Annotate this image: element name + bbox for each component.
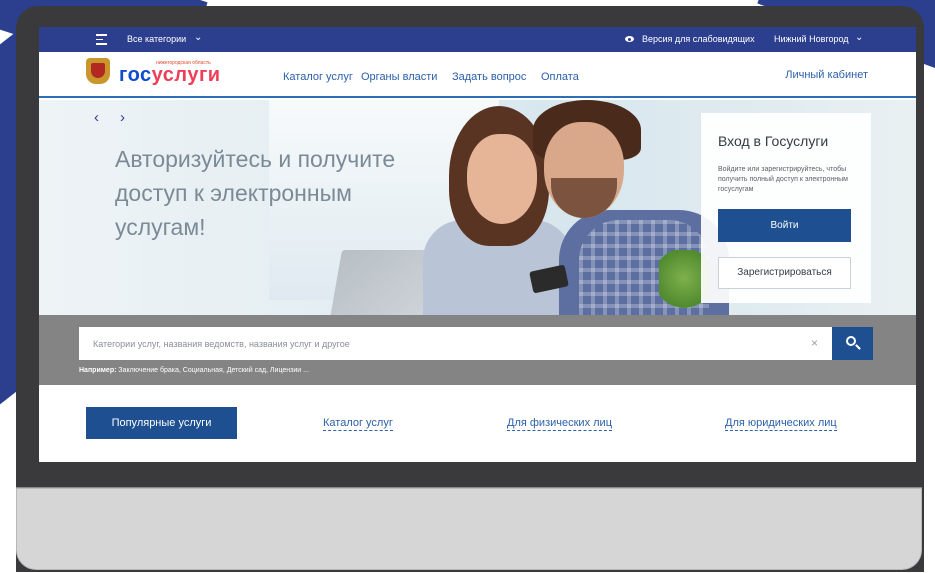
- login-card: Вход в Госуслуги Войдите или зарегистрир…: [701, 113, 871, 303]
- logo-part-gos: гос: [119, 64, 152, 86]
- chevron-down-icon[interactable]: ⌄: [855, 32, 863, 43]
- browser-viewport: Все категории ⌄ Версия для слабовидящих …: [39, 27, 916, 462]
- chevron-right-icon[interactable]: ›: [120, 109, 125, 126]
- page: Все категории ⌄ Версия для слабовидящих …: [0, 0, 935, 573]
- logo-part-uslugi: услуги: [151, 64, 221, 86]
- tab-popular-services[interactable]: Популярные услуги: [86, 407, 237, 439]
- login-button[interactable]: Войти: [718, 209, 851, 242]
- eye-icon[interactable]: [625, 36, 634, 42]
- login-description: Войдите или зарегистрируйтесь, чтобы пол…: [718, 166, 848, 193]
- close-icon[interactable]: ×: [811, 336, 818, 350]
- menu-icon[interactable]: [96, 34, 107, 45]
- nav-authorities[interactable]: Органы власти: [361, 71, 437, 83]
- tab-legal-entities[interactable]: Для юридических лиц: [725, 417, 837, 431]
- register-button[interactable]: Зарегистрироваться: [718, 257, 851, 289]
- search-section: × Например: Заключение брака, Социальная…: [39, 315, 916, 385]
- login-title: Вход в Госуслуги: [718, 133, 829, 149]
- chevron-left-icon[interactable]: ‹: [94, 109, 99, 126]
- nav-catalog[interactable]: Каталог услуг: [283, 71, 353, 83]
- search-button[interactable]: [832, 327, 873, 360]
- tab-catalog[interactable]: Каталог услуг: [323, 417, 393, 431]
- city-selector[interactable]: Нижний Новгород: [774, 34, 849, 44]
- all-categories-link[interactable]: Все категории: [127, 34, 186, 44]
- search-examples: Например: Заключение брака, Социальная, …: [79, 367, 309, 374]
- nav-payment[interactable]: Оплата: [541, 71, 579, 83]
- examples-list[interactable]: Заключение брака, Социальная, Детский са…: [118, 367, 309, 374]
- services-tabs: Популярные услуги Каталог услуг Для физи…: [39, 385, 916, 462]
- personal-account-link[interactable]: Личный кабинет: [785, 69, 868, 81]
- site-header: нижегородская область госуслуги Каталог …: [39, 52, 916, 98]
- search-icon-handle: [855, 344, 861, 350]
- top-bar: Все категории ⌄ Версия для слабовидящих …: [39, 27, 916, 52]
- examples-prefix: Например:: [79, 367, 117, 374]
- nav-ask-question[interactable]: Задать вопрос: [452, 71, 526, 83]
- low-vision-link[interactable]: Версия для слабовидящих: [642, 34, 755, 44]
- search-box: ×: [79, 327, 832, 360]
- monitor-chin: [16, 488, 922, 570]
- hero-banner: ‹ › Авторизуйтесь и получите доступ к эл…: [39, 100, 916, 315]
- tab-individuals[interactable]: Для физических лиц: [507, 417, 612, 431]
- woman-face: [467, 134, 537, 224]
- gosuslugi-logo[interactable]: госуслуги: [119, 64, 221, 87]
- hero-title: Авторизуйтесь и получите доступ к электр…: [115, 146, 396, 240]
- coat-of-arms-icon: [86, 58, 110, 84]
- chevron-down-icon[interactable]: ⌄: [194, 32, 202, 43]
- search-input[interactable]: [93, 327, 793, 360]
